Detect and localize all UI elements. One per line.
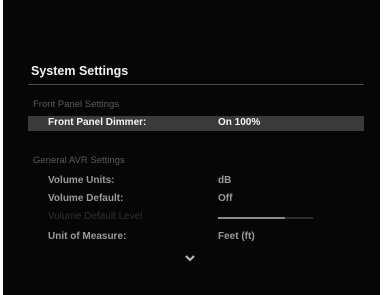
menu-item-unit-of-measure[interactable]: Unit of Measure: Feet (ft) <box>28 230 364 245</box>
menu-item-label: Unit of Measure: <box>48 231 127 242</box>
menu-item-value: Off <box>218 193 233 204</box>
menu-item-label: Volume Units: <box>48 175 115 186</box>
menu-item-label: Volume Default: <box>48 193 124 204</box>
section-header-general-avr: General AVR Settings <box>33 155 125 166</box>
title-divider <box>28 84 364 85</box>
settings-screen: System Settings Front Panel Settings Fro… <box>3 0 380 295</box>
menu-item-front-panel-dimmer[interactable]: Front Panel Dimmer: On 100% <box>28 116 364 131</box>
menu-item-label: Volume Default Level <box>48 211 143 222</box>
menu-item-volume-default-level: Volume Default Level <box>28 210 364 225</box>
menu-item-value: dB <box>218 175 232 186</box>
section-header-front-panel: Front Panel Settings <box>33 99 120 110</box>
chevron-down-icon[interactable] <box>185 254 195 262</box>
volume-level-fill <box>218 217 285 219</box>
volume-level-slider <box>218 217 313 219</box>
menu-item-volume-default[interactable]: Volume Default: Off <box>28 192 364 207</box>
page-title: System Settings <box>31 64 129 78</box>
menu-item-volume-units[interactable]: Volume Units: dB <box>28 174 364 189</box>
menu-item-value: On 100% <box>218 117 261 128</box>
menu-item-value: Feet (ft) <box>218 231 255 242</box>
menu-item-label: Front Panel Dimmer: <box>48 117 147 128</box>
